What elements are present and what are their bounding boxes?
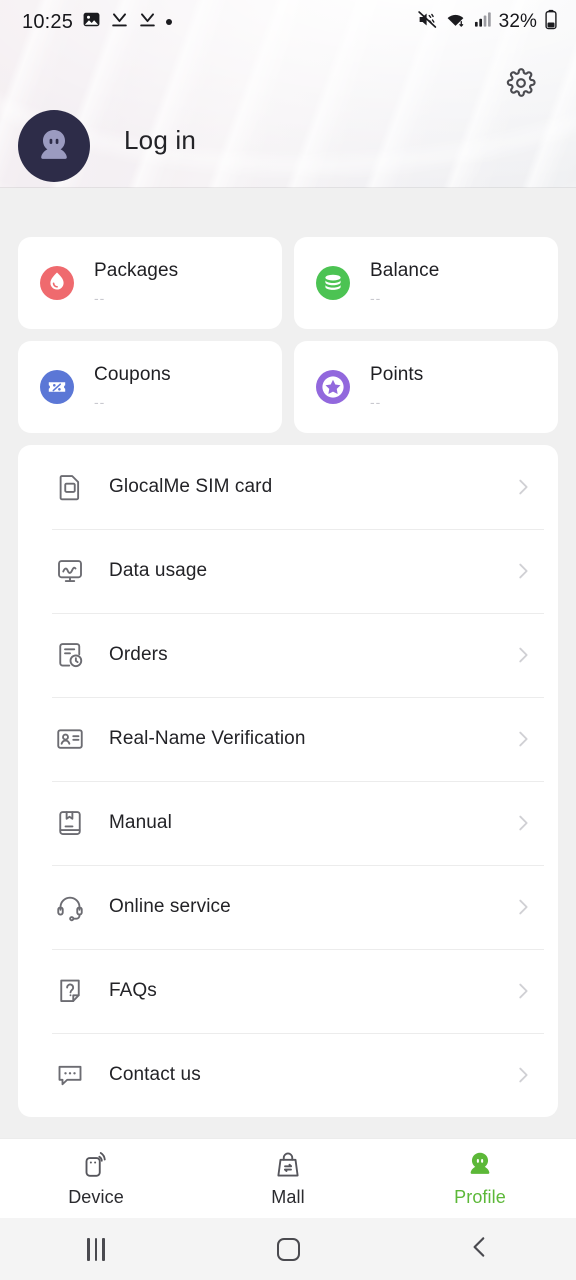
tab-label: Mall [271, 1186, 305, 1207]
menu-item-online-service[interactable]: Online service [38, 865, 544, 949]
menu-item-label: Orders [109, 644, 168, 665]
orders-icon [53, 638, 87, 672]
home-icon [276, 1237, 300, 1261]
stat-title: Coupons [94, 364, 171, 386]
chat-bubble-icon [53, 1058, 87, 1092]
profile-header: 10:25 32% Log in [0, 0, 576, 188]
menu-item-manual[interactable]: Manual [38, 781, 544, 865]
stat-title: Packages [94, 260, 179, 282]
battery-percent: 32% [498, 11, 537, 32]
app-root: 10:25 32% Log in Packages -- Balance -- … [0, 0, 576, 1280]
chevron-right-icon [512, 560, 534, 582]
faq-icon [53, 974, 87, 1008]
back-icon [467, 1234, 493, 1265]
stat-card-coupons[interactable]: Coupons -- [18, 341, 282, 433]
bottom-tab-bar: Device Mall Profile [0, 1138, 576, 1218]
balance-icon [314, 264, 352, 302]
tab-mall[interactable]: Mall [192, 1150, 384, 1208]
menu-list: GlocalMe SIM card Data usage Orders Real… [18, 445, 558, 1117]
device-hotspot-icon [81, 1150, 111, 1180]
sim-card-icon [53, 470, 87, 504]
stat-text-coupons: Coupons -- [94, 364, 171, 410]
avatar-placeholder-icon [32, 122, 76, 171]
chevron-right-icon [512, 644, 534, 666]
menu-item-orders[interactable]: Orders [38, 613, 544, 697]
stat-card-points[interactable]: Points -- [294, 341, 558, 433]
status-time: 10:25 [22, 10, 74, 33]
status-bar-left: 10:25 [22, 10, 173, 34]
login-row[interactable]: Log in [0, 92, 576, 188]
tab-profile[interactable]: Profile [384, 1150, 576, 1208]
stat-value: -- [94, 393, 106, 410]
menu-item-label: Real-Name Verification [109, 728, 306, 749]
recents-button[interactable] [0, 1237, 192, 1261]
stat-title: Balance [370, 260, 440, 282]
shopping-bag-icon [273, 1150, 303, 1180]
stats-grid: Packages -- Balance -- Coupons -- Points… [18, 237, 558, 433]
chevron-right-icon [512, 980, 534, 1002]
android-nav-bar [0, 1218, 576, 1280]
menu-item-real-name-verification[interactable]: Real-Name Verification [38, 697, 544, 781]
stat-card-packages[interactable]: Packages -- [18, 237, 282, 329]
stat-value: -- [370, 289, 382, 306]
menu-item-label: GlocalMe SIM card [109, 476, 273, 497]
login-label[interactable]: Log in [124, 125, 196, 156]
back-button[interactable] [384, 1234, 576, 1265]
chevron-right-icon [512, 1064, 534, 1086]
signal-icon [473, 10, 492, 34]
profile-content: Packages -- Balance -- Coupons -- Points… [0, 188, 576, 1138]
id-card-icon [53, 722, 87, 756]
menu-item-contact-us[interactable]: Contact us [38, 1033, 544, 1117]
tab-device[interactable]: Device [0, 1150, 192, 1208]
packages-icon [38, 264, 76, 302]
chevron-right-icon [512, 728, 534, 750]
mute-icon [417, 9, 438, 35]
chevron-right-icon [512, 896, 534, 918]
points-icon [314, 368, 352, 406]
status-bar-right: 32% [417, 9, 558, 35]
stat-value: -- [370, 393, 382, 410]
dot-icon [166, 19, 173, 25]
profile-person-icon [465, 1150, 495, 1180]
menu-item-data-usage[interactable]: Data usage [38, 529, 544, 613]
menu-item-glocalme-sim-card[interactable]: GlocalMe SIM card [38, 445, 538, 529]
download-icon [110, 10, 129, 34]
download-icon [138, 10, 157, 34]
chevron-right-icon [512, 812, 534, 834]
image-icon [82, 10, 101, 34]
stat-value: -- [94, 289, 106, 306]
recents-icon [87, 1237, 105, 1261]
status-bar: 10:25 32% [0, 0, 576, 44]
avatar[interactable] [18, 110, 90, 182]
stat-card-balance[interactable]: Balance -- [294, 237, 558, 329]
stat-text-balance: Balance -- [370, 260, 440, 306]
data-usage-icon [53, 554, 87, 588]
menu-item-label: Online service [109, 896, 231, 917]
menu-item-faqs[interactable]: FAQs [38, 949, 544, 1033]
tab-label: Device [68, 1186, 124, 1207]
stat-text-points: Points -- [370, 364, 424, 410]
wifi-icon [445, 9, 466, 35]
stat-title: Points [370, 364, 424, 386]
menu-item-label: Contact us [109, 1064, 201, 1085]
home-button[interactable] [192, 1237, 384, 1261]
menu-item-label: FAQs [109, 980, 157, 1001]
menu-item-label: Manual [109, 812, 172, 833]
tab-label: Profile [454, 1186, 506, 1207]
menu-item-label: Data usage [109, 560, 208, 581]
manual-book-icon [53, 806, 87, 840]
stat-text-packages: Packages -- [94, 260, 179, 306]
chevron-right-icon [512, 476, 534, 498]
coupons-icon [38, 368, 76, 406]
battery-icon [544, 9, 558, 35]
headset-icon [53, 890, 87, 924]
